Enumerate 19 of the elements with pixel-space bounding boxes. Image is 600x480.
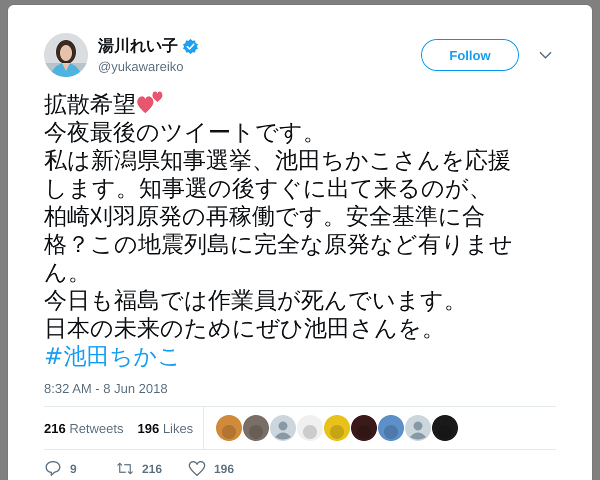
heart-icon[interactable]: [188, 460, 206, 477]
tweet-text: 今夜最後のツイートです。: [44, 119, 327, 147]
chevron-down-icon[interactable]: [539, 51, 552, 59]
retweet-icon[interactable]: [116, 460, 134, 477]
stat-link[interactable]: 196 Likes: [138, 420, 194, 436]
two-hearts-icon: [136, 89, 164, 115]
author-handle: @yukawareiko: [98, 59, 184, 74]
reply-icon[interactable]: [44, 460, 62, 477]
default-avatar-icon[interactable]: [270, 415, 296, 441]
timestamp: 8:32 AM - 8 Jun 2018: [44, 381, 169, 396]
tweet-text: 今日も福島では作業員が死んでいます。: [44, 287, 468, 315]
tweet-text: 私は新潟県知事選挙、池田ちかこさんを応援します。知事選の後すぐに出て来るのが、柏崎刈羽原発の再稼働です。安全基準に合格？この地震列島に完全な原発など有りません。: [44, 147, 514, 287]
tweet-text: 拡散希望: [44, 92, 136, 118]
action-count: 216: [142, 462, 162, 476]
action-count: 9: [70, 462, 77, 476]
stat-link[interactable]: 216 Retweets: [44, 420, 124, 436]
tweet-text: 日本の未来のためにぜひ池田さんを。 #池田ちかこ: [44, 315, 446, 371]
author-name[interactable]: 湯川れい子: [98, 36, 178, 57]
action-count: 196: [214, 462, 234, 476]
